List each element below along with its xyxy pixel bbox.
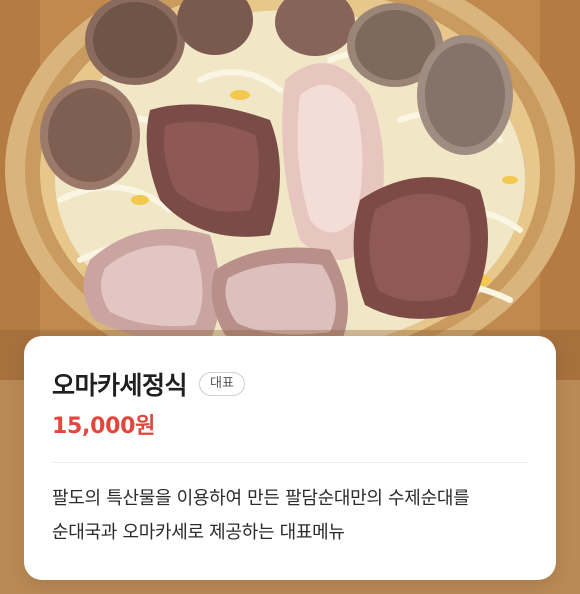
food-image — [0, 0, 580, 380]
divider — [52, 462, 528, 463]
menu-name: 오마카세정식 — [52, 371, 188, 400]
title-row: 오마카세정식 대표 — [52, 366, 245, 402]
menu-description: 팔도의 특산물을 이용하여 만든 팔담순대만의 수제순대를 순대국과 오마카세로… — [52, 488, 470, 543]
menu-photo[interactable] — [0, 0, 580, 380]
menu-price: 15,000원 — [52, 414, 156, 439]
signature-badge: 대표 — [199, 372, 245, 396]
menu-card[interactable]: 오마카세정식 대표 15,000원 팔도의 특산물을 이용하여 만든 팔담순대만… — [24, 336, 556, 580]
